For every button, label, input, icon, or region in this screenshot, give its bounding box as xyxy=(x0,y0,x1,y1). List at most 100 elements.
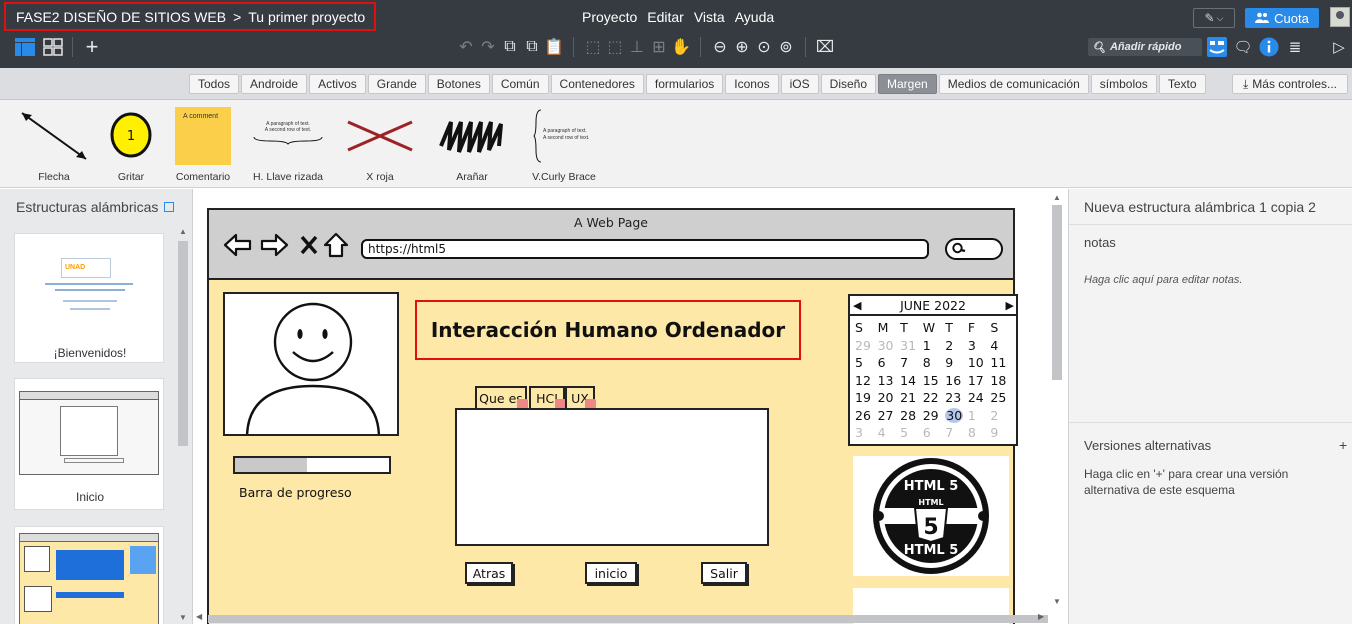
calendar-day[interactable]: 12 xyxy=(854,373,877,389)
calendar-day[interactable]: 6 xyxy=(877,355,900,371)
palette-item-comentario[interactable]: A comment Comentario xyxy=(163,104,243,186)
zoom-actual-icon[interactable]: ⊙ xyxy=(753,36,775,58)
salir-button[interactable]: Salir xyxy=(701,562,747,584)
calendar-day[interactable]: 31 xyxy=(899,338,922,354)
calendar-day[interactable]: 10 xyxy=(967,355,990,371)
tab-content-panel[interactable] xyxy=(455,408,769,546)
tab-hci[interactable]: HCI xyxy=(529,386,566,410)
menu-ayuda[interactable]: Ayuda xyxy=(735,9,774,25)
inicio-button[interactable]: inicio xyxy=(585,562,637,584)
redo-icon[interactable]: ↷ xyxy=(477,36,499,58)
quick-add-field[interactable]: 🔍︎ Añadir rápido xyxy=(1088,38,1202,56)
calendar-day[interactable]: 2 xyxy=(989,408,1012,424)
lock-icon[interactable]: ✋ xyxy=(670,36,692,58)
atras-button[interactable]: Atras xyxy=(465,562,513,584)
calendar-day[interactable]: 22 xyxy=(922,390,945,406)
calendar-day[interactable]: 9 xyxy=(944,355,967,371)
tab-ux[interactable]: UX xyxy=(565,386,596,410)
thumbnail-view-icon[interactable] xyxy=(164,202,175,212)
quota-button[interactable]: Cuota xyxy=(1245,8,1319,28)
calendar-day[interactable]: 21 xyxy=(899,390,922,406)
scroll-left-icon[interactable]: ◀ xyxy=(196,612,202,621)
edit-mode-button[interactable]: ✎ ⌵ xyxy=(1193,8,1235,28)
calendar-day[interactable]: 11 xyxy=(989,355,1012,371)
comment-icon[interactable]: 🗨 xyxy=(1232,36,1254,58)
grid-view-icon[interactable] xyxy=(42,36,64,58)
slide-thumbnail-inicio[interactable]: Inicio xyxy=(14,378,164,510)
calendar-day[interactable]: 15 xyxy=(922,373,945,389)
calendar-day[interactable]: 24 xyxy=(967,390,990,406)
align-icon[interactable]: ⊥ xyxy=(626,36,648,58)
calendar-day[interactable]: 25 xyxy=(989,390,1012,406)
zoom-out-icon[interactable]: ⊖ xyxy=(709,36,731,58)
wireframe-search-field[interactable] xyxy=(945,238,1003,260)
calendar-day[interactable]: 8 xyxy=(922,355,945,371)
calendar-day[interactable]: 5 xyxy=(899,425,922,441)
category-activos[interactable]: Activos xyxy=(309,74,366,94)
duplicate-icon[interactable]: ⧉ xyxy=(521,36,543,58)
browser-window-bar[interactable]: A Web Page https://html5 xyxy=(209,210,1013,280)
calendar-day-selected[interactable]: 30 xyxy=(944,407,967,424)
paste-icon[interactable]: 📋 xyxy=(543,36,565,58)
calendar-day[interactable]: 6 xyxy=(922,425,945,441)
group-icon[interactable]: ⬚ xyxy=(582,36,604,58)
menu-editar[interactable]: Editar xyxy=(647,9,684,25)
calendar-day[interactable]: 19 xyxy=(854,390,877,406)
ungroup-icon[interactable]: ⬚ xyxy=(604,36,626,58)
slide-thumbnail-bienvenidos[interactable]: UNAD ¡Bienvenidos! xyxy=(14,233,164,363)
url-field[interactable]: https://html5 xyxy=(361,239,929,259)
project-title[interactable]: FASE2 DISEÑO DE SITIOS WEB xyxy=(16,9,226,25)
calendar-day[interactable]: 26 xyxy=(854,408,877,424)
back-arrow-icon[interactable] xyxy=(223,232,253,258)
category-texto[interactable]: Texto xyxy=(1158,74,1206,94)
category-comun[interactable]: Común xyxy=(491,74,549,94)
calendar-day[interactable]: 3 xyxy=(854,425,877,441)
html5-logo-image[interactable]: HTML 5 HTML 5 HTML 5 xyxy=(853,456,1009,576)
calendar-day[interactable]: 1 xyxy=(967,408,990,424)
notes-edit-area[interactable]: Haga clic aquí para editar notas. xyxy=(1084,274,1242,286)
calendar-day[interactable]: 9 xyxy=(989,425,1012,441)
user-avatar[interactable] xyxy=(1330,7,1350,27)
calendar-day[interactable]: 29 xyxy=(854,338,877,354)
category-iconos[interactable]: Iconos xyxy=(725,74,779,94)
wireframes-scrollbar[interactable]: ▲ ▼ xyxy=(176,227,190,624)
category-androide[interactable]: Androide xyxy=(241,74,308,94)
copy-icon[interactable]: ⧉ xyxy=(499,36,521,58)
canvas-vertical-scrollbar[interactable]: ▲ ▼ xyxy=(1050,193,1064,610)
calendar-day[interactable]: 4 xyxy=(877,425,900,441)
category-diseno[interactable]: Diseño xyxy=(820,74,877,94)
page-heading[interactable]: Interacción Humano Ordenador xyxy=(415,300,801,360)
calendar-day[interactable]: 29 xyxy=(922,408,945,424)
palette-item-llave-rizada[interactable]: A paragraph of text. A second row of tex… xyxy=(248,104,328,186)
plus-icon[interactable]: + xyxy=(81,34,103,59)
canvas-horizontal-scrollbar[interactable]: ◀ ▶ xyxy=(196,612,1048,624)
assets-icon[interactable] xyxy=(1206,36,1228,58)
palette-item-aranar[interactable]: Arañar xyxy=(432,104,512,186)
list-view-icon[interactable] xyxy=(14,36,36,58)
scroll-down-icon[interactable]: ▼ xyxy=(1053,597,1061,606)
scroll-up-icon[interactable]: ▲ xyxy=(1053,193,1061,202)
wireframe-name[interactable]: Nueva estructura alámbrica 1 copia 2 xyxy=(1084,199,1316,215)
calendar-day[interactable]: 20 xyxy=(877,390,900,406)
user-image-placeholder[interactable] xyxy=(223,292,399,436)
home-icon[interactable] xyxy=(323,232,349,258)
palette-item-flecha[interactable]: Flecha xyxy=(14,104,94,186)
category-todos[interactable]: Todos xyxy=(189,74,240,94)
category-ios[interactable]: iOS xyxy=(780,74,819,94)
scroll-right-icon[interactable]: ▶ xyxy=(1038,612,1044,621)
calendar-day[interactable]: 28 xyxy=(899,408,922,424)
forward-arrow-icon[interactable] xyxy=(259,232,289,258)
slide-thumbnail-current[interactable] xyxy=(14,526,164,624)
category-grande[interactable]: Grande xyxy=(367,74,426,94)
calendar-day[interactable]: 13 xyxy=(877,373,900,389)
tab-que-es[interactable]: Que es xyxy=(475,386,528,410)
calendar-day[interactable]: 14 xyxy=(899,373,922,389)
calendar-day[interactable]: 16 xyxy=(944,373,967,389)
close-x-icon[interactable] xyxy=(300,232,318,258)
more-controls-button[interactable]: ⤓ Más controles... xyxy=(1232,74,1348,94)
zoom-in-icon[interactable]: ⊕ xyxy=(731,36,753,58)
menu-vista[interactable]: Vista xyxy=(694,9,725,25)
calendar-day[interactable]: 7 xyxy=(944,425,967,441)
menu-proyecto[interactable]: Proyecto xyxy=(582,9,637,25)
calendar-day[interactable]: 17 xyxy=(967,373,990,389)
